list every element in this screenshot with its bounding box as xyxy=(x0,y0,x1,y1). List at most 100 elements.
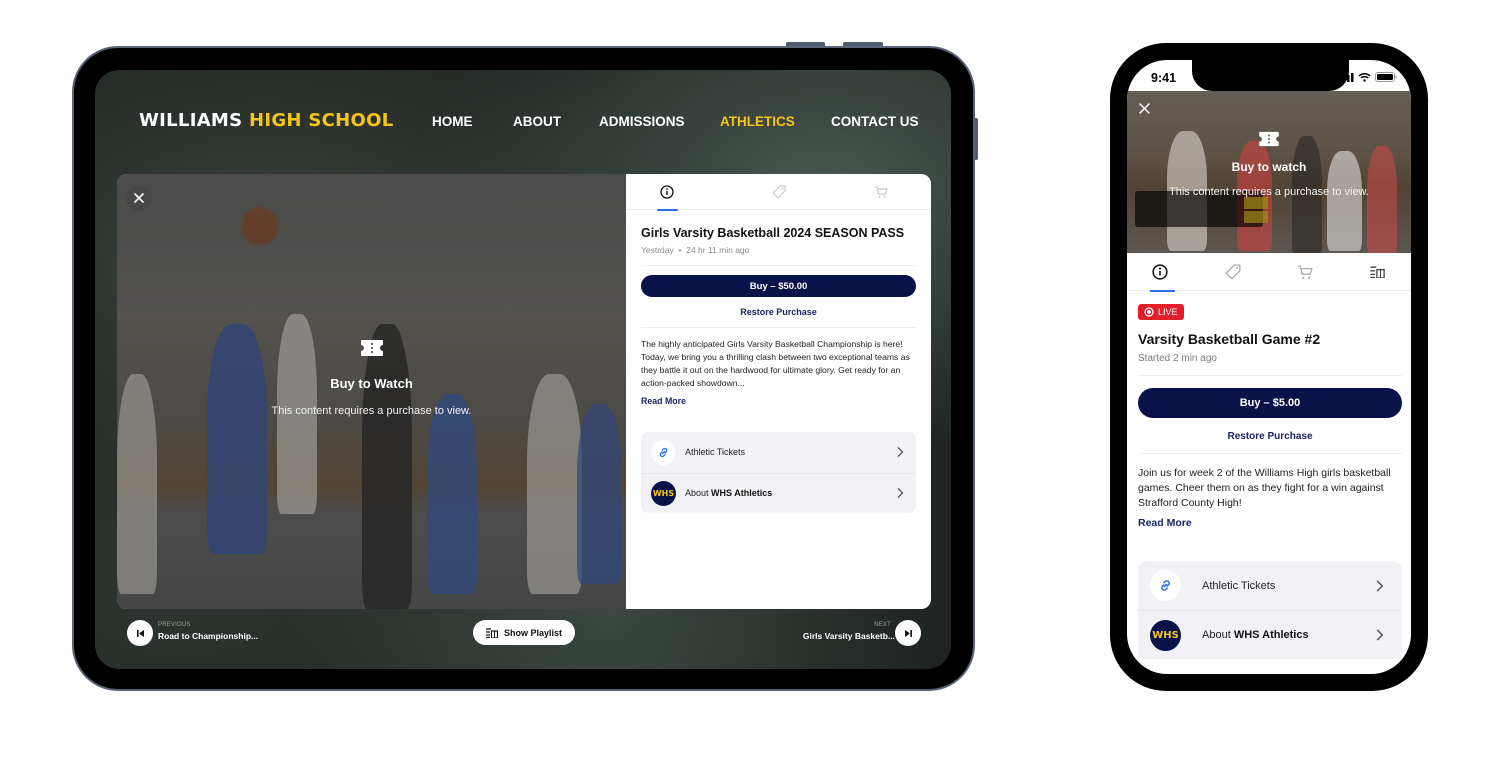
site-header: WILLIAMS HIGH SCHOOL HOME ABOUT ADMISSIO… xyxy=(95,70,951,170)
link-icon xyxy=(1161,580,1170,591)
athletic-tickets-row[interactable]: Athletic Tickets xyxy=(641,432,916,473)
tab-info[interactable] xyxy=(1140,253,1180,292)
ticket-icon xyxy=(1259,131,1279,147)
next-button[interactable] xyxy=(895,620,921,646)
link-label: Athletic Tickets xyxy=(1202,580,1275,592)
buy-button[interactable]: Buy – $5.00 xyxy=(1138,388,1402,418)
buy-to-watch-overlay: Buy to Watch This content requires a pur… xyxy=(117,339,626,417)
buy-to-watch-subtitle: This content requires a purchase to view… xyxy=(271,405,472,417)
player-bottom-bar: PREVIOUS Road to Championship... Show Pl… xyxy=(95,618,951,648)
info-icon xyxy=(660,185,674,199)
buy-to-watch-title: Buy to Watch xyxy=(330,376,413,391)
tab-tag[interactable] xyxy=(1213,253,1253,291)
close-icon[interactable] xyxy=(1139,103,1150,114)
divider xyxy=(1138,375,1402,376)
buy-to-watch-overlay: Buy to watch This content requires a pur… xyxy=(1127,131,1411,198)
tab-cart[interactable] xyxy=(856,174,906,210)
playlist-icon xyxy=(1369,266,1385,278)
event-meta: Yestrday • 24 hr 11 min ago xyxy=(641,245,916,255)
read-more-link[interactable]: Read More xyxy=(641,396,916,406)
score-cell xyxy=(1244,211,1268,223)
previous-title[interactable]: Road to Championship... xyxy=(158,631,258,641)
wifi-icon xyxy=(1358,72,1371,82)
link-icon xyxy=(659,447,668,457)
link-label-text: Athletic Tickets xyxy=(685,447,746,458)
phone-screen: 9:41 Buy to watch This content requires … xyxy=(1127,60,1411,674)
skip-previous-icon xyxy=(136,629,144,637)
link-label-text: About xyxy=(1202,629,1234,641)
playlist-icon xyxy=(485,627,498,638)
chevron-right-icon xyxy=(897,488,904,499)
chevron-right-icon xyxy=(1376,579,1384,592)
tag-icon xyxy=(772,185,786,199)
tab-tag[interactable] xyxy=(754,174,804,210)
link-label-text: Athletic Tickets xyxy=(1202,579,1276,592)
show-playlist-label: Show Playlist xyxy=(503,627,563,638)
next-caption: NEXT xyxy=(874,622,891,628)
event-title: Varsity Basketball Game #2 xyxy=(1138,331,1321,347)
whs-logo: WHS xyxy=(1150,619,1181,651)
links-card: Athletic Tickets WHS About WHS Athletics xyxy=(1138,561,1402,659)
nav-home[interactable]: HOME xyxy=(432,114,473,129)
phone-video-player[interactable]: Buy to watch This content requires a pur… xyxy=(1127,91,1411,253)
event-title: Girls Varsity Basketball 2024 SEASON PAS… xyxy=(641,226,905,240)
nav-athletics[interactable]: ATHLETICS xyxy=(720,114,795,129)
link-label: About WHS Athletics xyxy=(685,488,772,498)
buy-to-watch-title: Buy to watch xyxy=(1231,160,1307,174)
phone-content: LIVE Varsity Basketball Game #2 Started … xyxy=(1138,304,1402,659)
status-time: 9:41 xyxy=(1151,71,1177,85)
link-label-bold: WHS Athletics xyxy=(1233,629,1309,641)
battery-icon xyxy=(1375,72,1397,82)
nav-contact-us[interactable]: CONTACT US xyxy=(831,114,919,129)
tab-playlist[interactable] xyxy=(1357,253,1397,291)
event-description: The highly anticipated Girls Varsity Bas… xyxy=(641,339,910,388)
link-label: Athletic Tickets xyxy=(685,447,745,457)
score-cell xyxy=(1244,197,1268,209)
chevron-right-icon xyxy=(1376,629,1384,641)
info-icon xyxy=(1152,264,1168,280)
event-meta: Started 2 min ago xyxy=(1138,353,1217,364)
tab-cart[interactable] xyxy=(1285,253,1325,291)
whs-logo: WHS xyxy=(651,480,676,506)
link-icon-container xyxy=(651,439,676,465)
event-time-ago: 24 hr 11 min ago xyxy=(686,245,750,255)
buy-button[interactable]: Buy – $50.00 xyxy=(641,275,916,297)
live-badge: LIVE xyxy=(1138,304,1184,320)
site-logo[interactable]: WILLIAMS HIGH SCHOOL xyxy=(139,110,393,131)
video-modal: Buy to Watch This content requires a pur… xyxy=(117,174,931,609)
about-whs-athletics-row[interactable]: WHS About WHS Athletics xyxy=(641,472,916,514)
show-playlist-button[interactable]: Show Playlist xyxy=(473,620,575,645)
next-title[interactable]: Girls Varsity Basketb... xyxy=(803,631,895,641)
info-panel: Girls Varsity Basketball 2024 SEASON PAS… xyxy=(626,174,931,609)
read-more-link[interactable]: Read More xyxy=(1138,517,1402,529)
close-button[interactable] xyxy=(126,185,152,211)
divider xyxy=(641,265,916,266)
nav-admissions[interactable]: ADMISSIONS xyxy=(599,114,685,129)
ticket-icon xyxy=(360,340,383,356)
previous-button[interactable] xyxy=(127,620,153,646)
nav-about[interactable]: ABOUT xyxy=(513,114,561,129)
video-player[interactable]: Buy to Watch This content requires a pur… xyxy=(117,174,626,609)
athletic-tickets-row[interactable]: Athletic Tickets xyxy=(1138,561,1402,610)
restore-purchase-link[interactable]: Restore Purchase xyxy=(1138,431,1402,442)
divider xyxy=(1138,453,1402,454)
logo-main: WILLIAMS xyxy=(139,110,243,131)
panel-tabs xyxy=(626,174,931,211)
tab-info[interactable] xyxy=(642,174,692,211)
tag-icon xyxy=(1225,264,1241,280)
skip-next-icon xyxy=(904,629,912,637)
link-label-text: About xyxy=(685,488,712,499)
close-icon xyxy=(134,193,144,203)
link-icon-container xyxy=(1150,570,1181,601)
link-label-bold: WHS Athletics xyxy=(711,488,773,499)
previous-caption: PREVIOUS xyxy=(158,622,191,628)
chevron-right-icon xyxy=(897,447,904,458)
buy-to-watch-subtitle: This content requires a purchase to view… xyxy=(1169,186,1369,198)
live-dot-icon xyxy=(1144,307,1154,317)
cart-icon xyxy=(1298,265,1313,279)
live-label: LIVE xyxy=(1158,307,1178,317)
about-whs-athletics-row[interactable]: WHS About WHS Athletics xyxy=(1138,610,1402,659)
restore-purchase-link[interactable]: Restore Purchase xyxy=(641,307,916,317)
cart-icon xyxy=(875,186,888,198)
divider xyxy=(641,327,916,328)
